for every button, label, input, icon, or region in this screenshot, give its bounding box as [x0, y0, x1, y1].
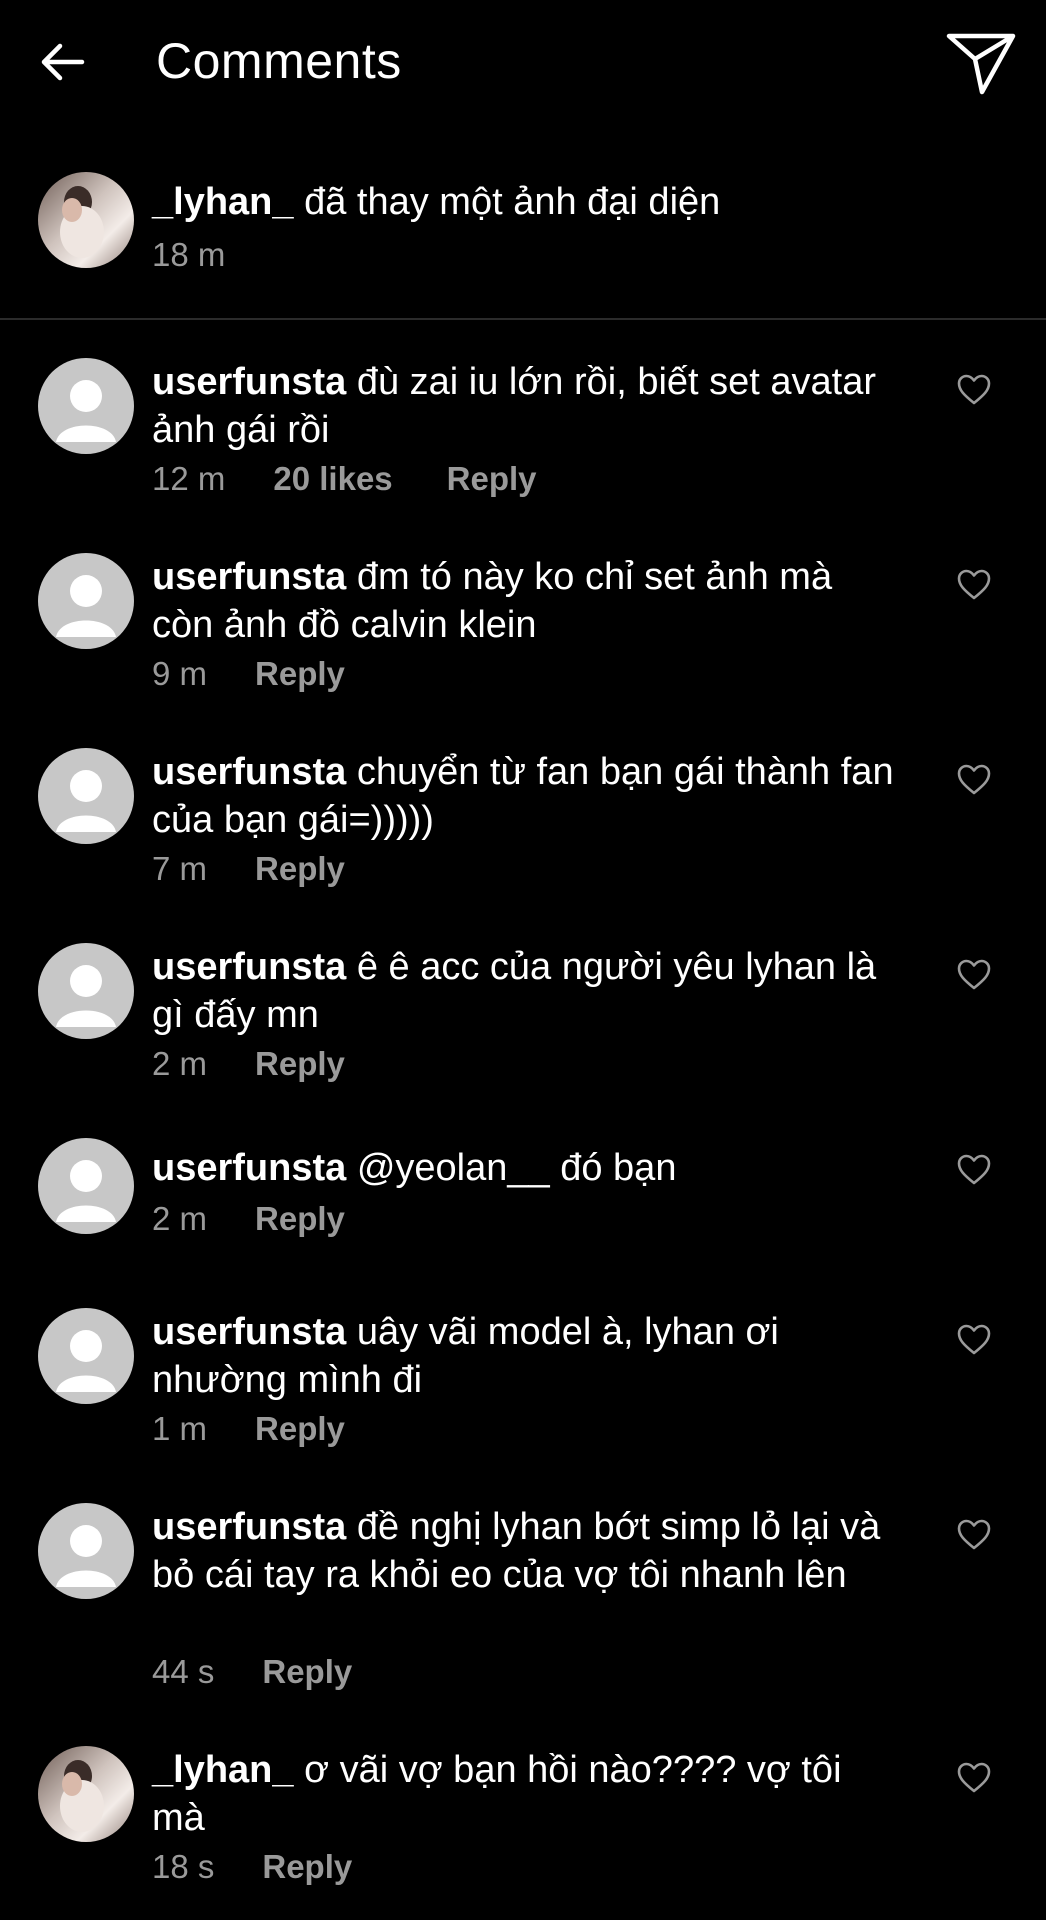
profile-photo [60, 186, 104, 258]
comment-username[interactable]: _lyhan_ [152, 1749, 294, 1791]
default-avatar-icon [56, 965, 116, 1027]
default-avatar-icon [56, 575, 116, 637]
reply-button[interactable]: Reply [255, 1410, 345, 1447]
heart-icon[interactable] [956, 372, 992, 408]
reply-button[interactable]: Reply [447, 460, 537, 497]
profile-photo [60, 1760, 104, 1832]
comment-text: userfunsta đề nghị lyhan bớt simp lỏ lại… [152, 1503, 900, 1599]
comment-time: 2 m [152, 1045, 208, 1082]
avatar[interactable] [38, 748, 134, 844]
send-button[interactable] [944, 30, 1018, 98]
default-avatar-icon [56, 380, 116, 442]
avatar[interactable] [38, 358, 134, 454]
comment-text: userfunsta chuyển từ fan bạn gái thành f… [152, 748, 900, 844]
reply-button[interactable]: Reply [255, 850, 345, 887]
heart-icon[interactable] [956, 957, 992, 993]
comment-username[interactable]: userfunsta [152, 361, 346, 403]
avatar[interactable] [38, 1308, 134, 1404]
page-title: Comments [156, 33, 402, 89]
reply-button[interactable]: Reply [255, 1200, 345, 1237]
comment-meta: 2 m Reply [152, 1045, 345, 1083]
comment-meta: 12 m 20 likes Reply [152, 460, 537, 498]
heart-icon[interactable] [956, 762, 992, 798]
default-avatar-icon [56, 770, 116, 832]
comment-text: _lyhan_ ơ vãi vợ bạn hồi nào???? vợ tôi … [152, 1746, 900, 1842]
comment-time: 2 m [152, 1200, 208, 1237]
comment-meta: 9 m Reply [152, 655, 345, 693]
comment-username[interactable]: userfunsta [152, 1506, 346, 1548]
comment-meta: 1 m Reply [152, 1410, 345, 1448]
avatar[interactable] [38, 1138, 134, 1234]
caption-username[interactable]: _lyhan_ [152, 181, 294, 223]
default-avatar-icon [56, 1525, 116, 1587]
comment-username[interactable]: userfunsta [152, 556, 346, 598]
heart-icon[interactable] [956, 1322, 992, 1358]
comment-time: 9 m [152, 655, 208, 692]
avatar[interactable] [38, 172, 134, 268]
reply-button[interactable]: Reply [255, 1045, 345, 1082]
default-avatar-icon [56, 1330, 116, 1392]
arrow-left-icon [41, 43, 85, 81]
comment-meta: 18 s Reply [152, 1848, 352, 1886]
avatar[interactable] [38, 1746, 134, 1842]
likes-count[interactable]: 20 likes [273, 460, 392, 497]
avatar[interactable] [38, 943, 134, 1039]
comment-meta: 7 m Reply [152, 850, 345, 888]
heart-icon[interactable] [956, 1517, 992, 1553]
caption-meta: 18 m [152, 236, 225, 274]
back-button[interactable] [34, 34, 90, 90]
comment-username[interactable]: userfunsta [152, 1311, 346, 1353]
caption: _lyhan_ đã thay một ảnh đại diện 18 m [0, 170, 1046, 316]
comment-username[interactable]: userfunsta [152, 946, 346, 988]
avatar[interactable] [38, 553, 134, 649]
heart-icon[interactable] [956, 1760, 992, 1796]
comment-text: userfunsta uây vãi model à, lyhan ơi như… [152, 1308, 900, 1404]
avatar[interactable] [38, 1503, 134, 1599]
heart-icon[interactable] [956, 567, 992, 603]
comment-time: 1 m [152, 1410, 208, 1447]
comment-meta: 2 m Reply [152, 1200, 345, 1238]
comment-text: userfunsta ê ê acc của người yêu lyhan l… [152, 943, 900, 1039]
comment-text: userfunsta đm tó này ko chỉ set ảnh mà c… [152, 553, 900, 649]
reply-button[interactable]: Reply [262, 1848, 352, 1885]
divider [0, 318, 1046, 320]
comment-meta: 44 s Reply [152, 1653, 352, 1691]
reply-button[interactable]: Reply [262, 1653, 352, 1690]
reply-button[interactable]: Reply [255, 655, 345, 692]
comment-username[interactable]: userfunsta [152, 1147, 346, 1189]
caption-time: 18 m [152, 236, 226, 273]
comment-time: 12 m [152, 460, 226, 497]
caption-text: _lyhan_ đã thay một ảnh đại diện [152, 178, 900, 226]
comment-time: 18 s [152, 1848, 215, 1885]
comment-text: userfunsta đù zai iu lớn rồi, biết set a… [152, 358, 900, 454]
heart-icon[interactable] [956, 1152, 992, 1188]
caption-body: đã thay một ảnh đại diện [304, 181, 721, 223]
comment-body: @yeolan__ đó bạn [356, 1147, 677, 1189]
comment-time: 7 m [152, 850, 208, 887]
default-avatar-icon [56, 1160, 116, 1222]
comment-text: userfunsta @yeolan__ đó bạn [152, 1144, 900, 1192]
header: Comments [0, 0, 1046, 130]
comment-username[interactable]: userfunsta [152, 751, 346, 793]
comment-time: 44 s [152, 1653, 215, 1690]
send-icon [946, 33, 1016, 95]
